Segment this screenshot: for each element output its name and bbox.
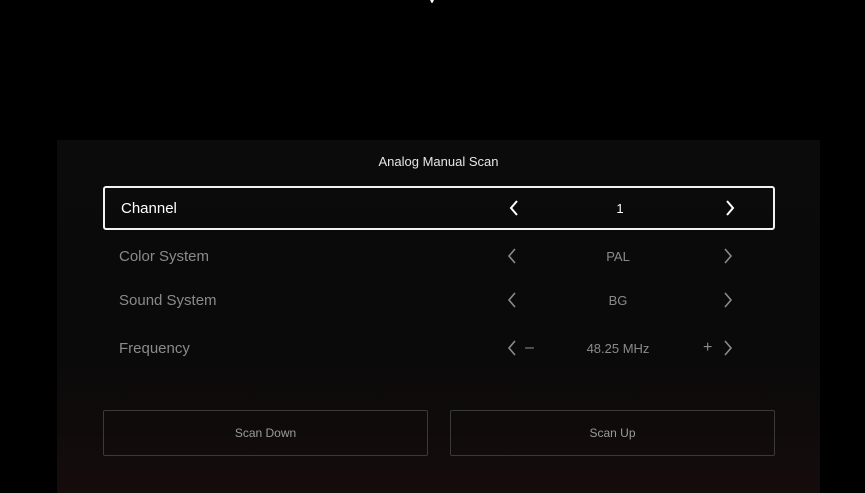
channel-row[interactable]: Channel 1 — [103, 186, 775, 230]
scan-down-button[interactable]: Scan Down — [103, 410, 428, 456]
top-indicator-icon: ▾ — [427, 0, 437, 3]
color-system-row[interactable]: Color System PAL — [103, 234, 775, 278]
chevron-left-icon[interactable] — [497, 326, 527, 370]
chevron-right-icon[interactable] — [713, 278, 743, 322]
sound-system-label: Sound System — [119, 291, 217, 309]
frequency-minus-button[interactable]: – — [525, 326, 534, 370]
tv-screen: ▾ Analog Manual Scan Channel 1 Color Sys… — [0, 0, 865, 493]
scan-up-button[interactable]: Scan Up — [450, 410, 775, 456]
chevron-right-icon[interactable] — [713, 234, 743, 278]
chevron-left-icon[interactable] — [497, 278, 527, 322]
sound-system-value: BG — [608, 292, 628, 308]
channel-value: 1 — [616, 200, 624, 216]
analog-manual-scan-panel: Analog Manual Scan Channel 1 Color Syste… — [57, 140, 820, 493]
sound-system-row[interactable]: Sound System BG — [103, 278, 775, 322]
chevron-left-icon[interactable] — [499, 188, 529, 228]
chevron-right-icon[interactable] — [715, 188, 745, 228]
frequency-plus-button[interactable]: + — [703, 326, 712, 370]
frequency-label: Frequency — [119, 339, 190, 357]
color-system-value: PAL — [606, 248, 630, 264]
frequency-row[interactable]: Frequency – 48.25 MHz + — [103, 326, 775, 370]
chevron-left-icon[interactable] — [497, 234, 527, 278]
color-system-label: Color System — [119, 247, 210, 265]
panel-title: Analog Manual Scan — [378, 154, 499, 169]
chevron-right-icon[interactable] — [713, 326, 743, 370]
channel-label: Channel — [121, 199, 177, 217]
frequency-value: 48.25 MHz — [586, 340, 650, 356]
